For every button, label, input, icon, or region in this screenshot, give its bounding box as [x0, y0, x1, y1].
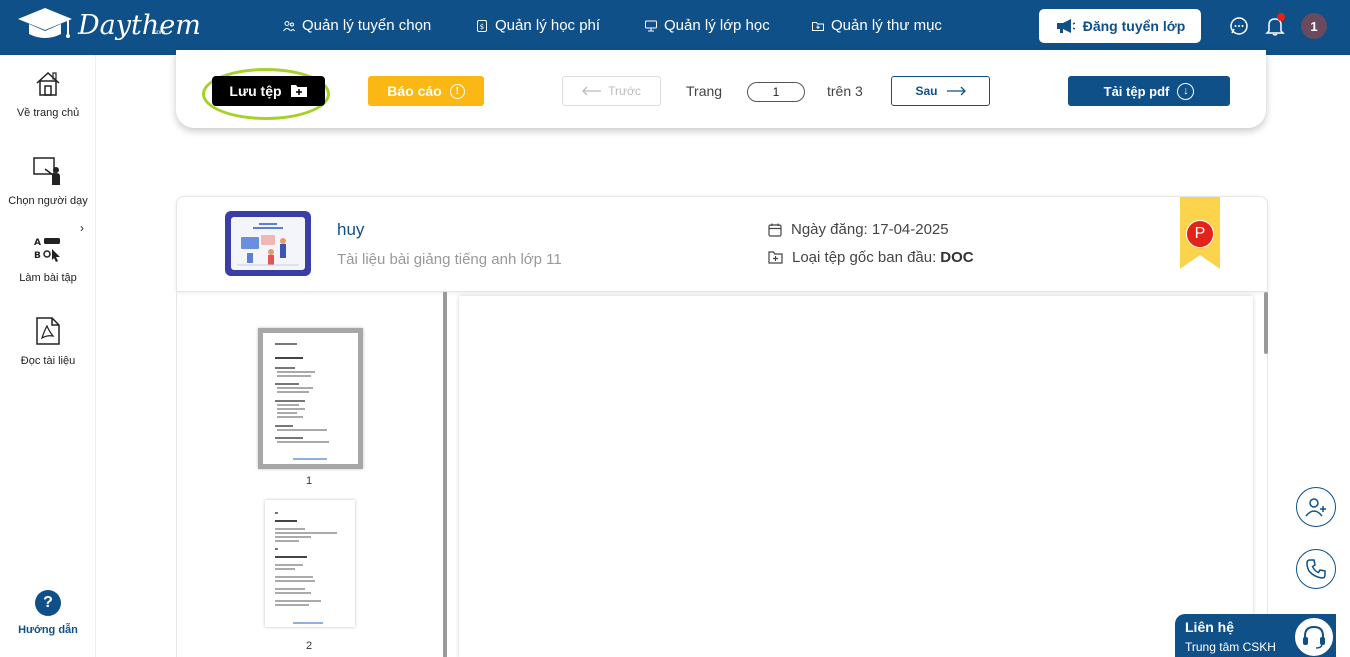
user-plus-icon — [1305, 498, 1326, 517]
prev-page-button[interactable]: Trước — [562, 76, 661, 106]
page-number-input[interactable] — [747, 82, 805, 102]
svg-text:B: B — [34, 251, 41, 261]
classroom-icon — [645, 20, 657, 31]
download-icon: ↓ — [1177, 82, 1195, 100]
document-thumbnail — [225, 211, 311, 276]
posted-date: Ngày đăng: 17-04-2025 — [768, 221, 949, 238]
post-class-label: Đăng tuyển lớp — [1082, 18, 1186, 34]
download-pdf-button[interactable]: Tải tệp pdf ↓ — [1068, 76, 1230, 106]
sidebar-item-exercises[interactable]: AB Làm bài tập — [0, 236, 96, 284]
prev-page-label: Trước — [608, 84, 641, 98]
document-title[interactable]: huy — [337, 220, 364, 240]
notification-dot — [1277, 13, 1285, 21]
home-icon — [36, 71, 60, 96]
file-type-value: DOC — [940, 249, 974, 266]
report-button[interactable]: Báo cáo ! — [368, 76, 484, 106]
save-file-label: Lưu tệp — [229, 83, 282, 99]
graduation-cap-icon — [18, 8, 72, 38]
contact-subtitle: Trung tâm CSKH — [1185, 640, 1276, 654]
sidebar-item-label: Đọc tài liệu — [20, 355, 76, 367]
sidebar: Về trang chủ Chọn người dạy › AB Làm bài… — [0, 55, 96, 657]
report-label: Báo cáo — [387, 83, 442, 99]
illustration-icon — [237, 223, 299, 266]
nav-item-classes[interactable]: Quản lý lớp học — [645, 17, 770, 34]
nav-label: Quản lý tuyển chọn — [302, 17, 432, 34]
sidebar-item-home[interactable]: Về trang chủ — [0, 71, 96, 119]
logo[interactable]: Daythem — [16, 6, 201, 44]
chevron-right-icon[interactable]: › — [80, 221, 84, 235]
exercise-icon: AB — [34, 238, 60, 262]
users-icon — [283, 20, 295, 31]
page-label: Trang — [686, 83, 723, 99]
nav-item-fees[interactable]: $ Quản lý học phí — [476, 17, 600, 34]
pdf-icon — [36, 317, 60, 345]
help-label: Hướng dẫn — [18, 624, 78, 636]
page-thumbnail-2[interactable] — [265, 500, 355, 627]
nav-label: Quản lý học phí — [495, 17, 601, 34]
chat-icon[interactable] — [1228, 15, 1250, 37]
help-icon: ? — [35, 590, 61, 616]
premium-badge: P — [1186, 220, 1214, 248]
contact-support-widget[interactable]: Liên hệ Trung tâm CSKH — [1175, 614, 1336, 657]
svg-text:A: A — [34, 238, 41, 248]
folder-add-icon — [290, 85, 307, 97]
megaphone-icon — [1056, 19, 1075, 33]
phone-icon — [1306, 559, 1326, 579]
document-page-canvas[interactable] — [459, 296, 1253, 657]
nav-label: Quản lý lớp học — [664, 17, 770, 34]
sidebar-item-label: Làm bài tập — [19, 272, 77, 284]
total-pages-label: trên 3 — [827, 83, 863, 99]
sidebar-item-read-docs[interactable]: Đọc tài liệu — [0, 317, 96, 367]
download-pdf-label: Tải tệp pdf — [1103, 83, 1170, 99]
thumbnail-panel-divider[interactable] — [443, 292, 447, 657]
sidebar-item-choose-teacher[interactable]: Chọn người dạy — [0, 157, 96, 207]
document-info-card — [176, 196, 1268, 292]
document-subtitle: Tài liệu bài giảng tiếng anh lớp 11 — [337, 251, 562, 268]
posted-date-label: Ngày đăng: 17-04-2025 — [791, 221, 949, 238]
svg-text:$: $ — [480, 23, 484, 31]
brand-name: Daythem — [78, 9, 201, 41]
next-page-label: Sau — [915, 84, 938, 98]
folder-icon — [812, 21, 824, 31]
teacher-icon — [33, 157, 60, 185]
headset-icon — [1293, 616, 1335, 657]
page-thumbnail-number: 2 — [306, 640, 313, 652]
arrow-left-icon — [582, 86, 602, 96]
arrow-right-icon — [946, 86, 966, 96]
contact-title: Liên hệ — [1185, 619, 1235, 635]
page-thumbnail-1[interactable] — [258, 328, 363, 469]
next-page-button[interactable]: Sau — [891, 76, 990, 106]
nav-label: Quản lý thư mục — [831, 17, 942, 34]
sidebar-item-label: Chọn người dạy — [8, 195, 88, 207]
nav-item-recruitment[interactable]: Quản lý tuyển chọn — [283, 17, 431, 34]
brand-suffix: .com — [152, 30, 166, 36]
add-contact-button[interactable] — [1296, 487, 1336, 527]
top-navbar: Daythem .com Quản lý tuyển chọn $ Quản l… — [0, 0, 1350, 55]
file-type-label: Loại tệp gốc ban đầu: — [792, 249, 937, 266]
sidebar-item-label: Về trang chủ — [16, 107, 80, 119]
alert-icon: ! — [449, 83, 465, 99]
original-file-type: Loại tệp gốc ban đầu: DOC — [768, 249, 974, 266]
avatar[interactable]: 1 — [1301, 13, 1327, 39]
post-class-button[interactable]: Đăng tuyển lớp — [1039, 9, 1201, 43]
viewer-scrollbar[interactable] — [1264, 292, 1268, 354]
nav-item-folders[interactable]: Quản lý thư mục — [812, 17, 942, 34]
fee-icon: $ — [477, 19, 487, 32]
folder-add-icon — [768, 251, 783, 264]
page-thumbnail-number: 1 — [306, 475, 313, 487]
phone-button[interactable] — [1296, 549, 1336, 589]
calendar-icon — [768, 223, 782, 237]
help-button[interactable]: ? Hướng dẫn — [0, 590, 96, 636]
save-file-button[interactable]: Lưu tệp — [212, 76, 325, 106]
